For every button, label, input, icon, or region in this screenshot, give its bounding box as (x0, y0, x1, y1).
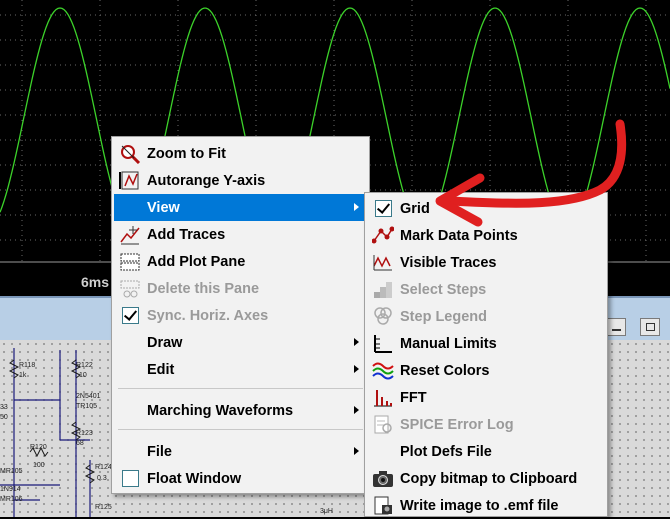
menu-item-mark-data-points[interactable]: Mark Data Points (367, 222, 605, 249)
menu-item-step-legend[interactable]: Step Legend (367, 303, 605, 330)
schematic-label: 100 (33, 462, 45, 469)
menu-item-visible-traces[interactable]: Visible Traces (367, 249, 605, 276)
menu-item-float-window[interactable]: Float Window (114, 465, 367, 492)
schematic-label: TR105 (76, 403, 98, 410)
fft-icon (372, 387, 394, 408)
menu-item-fft[interactable]: FFT (367, 384, 605, 411)
menu-item-view[interactable]: View (114, 194, 367, 221)
schematic-label: R122 (76, 362, 93, 369)
minimize-button[interactable] (606, 318, 626, 336)
schematic-label: 0.3 (97, 475, 107, 482)
schematic-label: MR106 (0, 496, 23, 503)
visible-traces-icon (372, 252, 394, 273)
menu-item-spice-error-log[interactable]: SPICE Error Log (367, 411, 605, 438)
schematic-label: R118 (19, 362, 36, 369)
menu-item-add-traces[interactable]: Add Traces (114, 221, 367, 248)
schematic-label: R125 (95, 504, 112, 511)
menu-item-grid[interactable]: Grid (367, 195, 605, 222)
minimize-icon (612, 329, 621, 331)
checkbox-icon (119, 468, 141, 489)
schematic-label: 50 (0, 414, 8, 421)
menu-item-autorange-y[interactable]: Autorange Y-axis (114, 167, 367, 194)
menu-item-edit[interactable]: Edit (114, 356, 367, 383)
reset-colors-icon (372, 360, 394, 381)
schematic-label: R123 (76, 430, 93, 437)
menu-separator (118, 388, 363, 389)
schematic-label: 10 (79, 372, 87, 379)
error-log-icon (372, 414, 394, 435)
check-icon (372, 198, 394, 219)
view-submenu: Grid Mark Data Points Visible Traces Sel… (364, 192, 608, 517)
menu-item-draw[interactable]: Draw (114, 329, 367, 356)
time-axis-label: 6ms (81, 274, 110, 290)
menu-item-sync-horiz-axes[interactable]: Sync. Horiz. Axes (114, 302, 367, 329)
maximize-icon (646, 323, 655, 331)
menu-item-marching-waveforms[interactable]: Marching Waveforms (114, 397, 367, 424)
schematic-label: 1N914 (0, 486, 21, 493)
camera-icon (372, 468, 394, 489)
zoom-fit-icon (119, 143, 141, 164)
schematic-label: 1k (19, 372, 27, 379)
menu-item-file[interactable]: File (114, 438, 367, 465)
schematic-label: 2N5401 (76, 393, 101, 400)
menu-item-manual-limits[interactable]: Manual Limits (367, 330, 605, 357)
schematic-label: R124 (95, 464, 112, 471)
schematic-label: MR105 (0, 468, 23, 475)
schematic-label: 33 (0, 404, 8, 411)
schematic-label: R120 (30, 444, 47, 451)
write-image-icon (372, 495, 394, 516)
data-points-icon (372, 225, 394, 246)
submenu-arrow-icon (354, 203, 359, 211)
menu-item-delete-pane[interactable]: Delete this Pane (114, 275, 367, 302)
plot-context-menu: Zoom to Fit Autorange Y-axis View Add Tr… (111, 136, 370, 494)
menu-item-select-steps[interactable]: Select Steps (367, 276, 605, 303)
schematic-label: 3μH (320, 508, 333, 515)
schematic-label: 68 (76, 440, 84, 447)
submenu-arrow-icon (354, 406, 359, 414)
check-icon (119, 305, 141, 326)
menu-item-write-image-emf[interactable]: Write image to .emf file (367, 492, 605, 519)
maximize-button[interactable] (640, 318, 660, 336)
submenu-arrow-icon (354, 365, 359, 373)
add-traces-icon (119, 224, 141, 245)
autorange-icon (119, 170, 141, 191)
manual-limits-icon (372, 333, 394, 354)
menu-separator (118, 429, 363, 430)
menu-item-add-plot-pane[interactable]: Add Plot Pane (114, 248, 367, 275)
legend-icon (372, 306, 394, 327)
menu-item-copy-bitmap[interactable]: Copy bitmap to Clipboard (367, 465, 605, 492)
menu-item-plot-defs-file[interactable]: Plot Defs File (367, 438, 605, 465)
steps-icon (372, 279, 394, 300)
submenu-arrow-icon (354, 338, 359, 346)
delete-pane-icon (119, 278, 141, 299)
menu-item-zoom-to-fit[interactable]: Zoom to Fit (114, 140, 367, 167)
menu-item-reset-colors[interactable]: Reset Colors (367, 357, 605, 384)
add-pane-icon (119, 251, 141, 272)
submenu-arrow-icon (354, 447, 359, 455)
